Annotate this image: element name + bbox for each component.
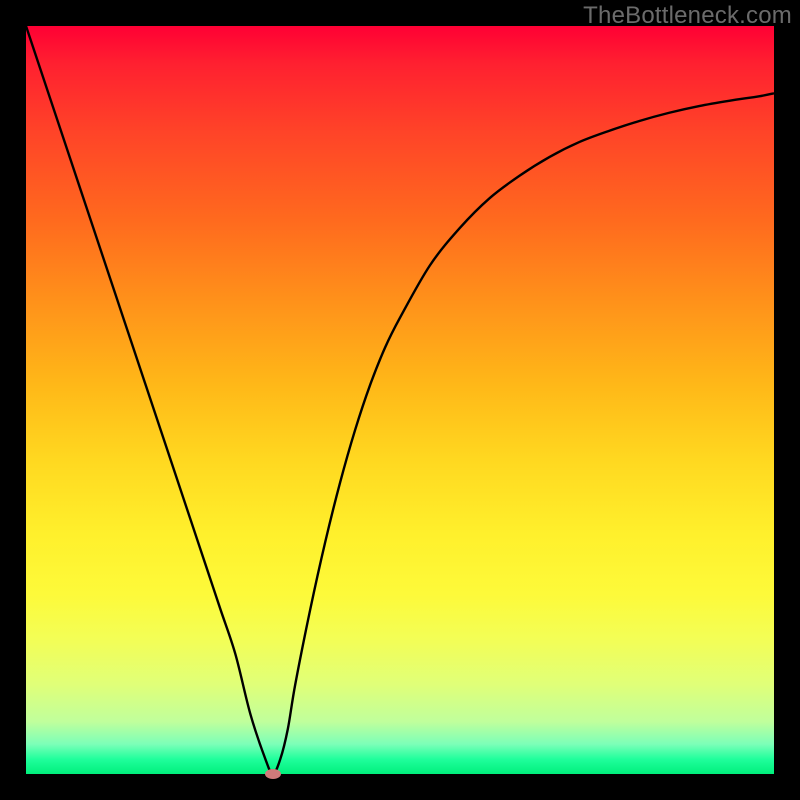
bottleneck-curve xyxy=(26,26,774,774)
curve-path xyxy=(26,26,774,774)
plot-frame xyxy=(26,26,774,774)
minimum-marker-dot xyxy=(265,769,281,779)
